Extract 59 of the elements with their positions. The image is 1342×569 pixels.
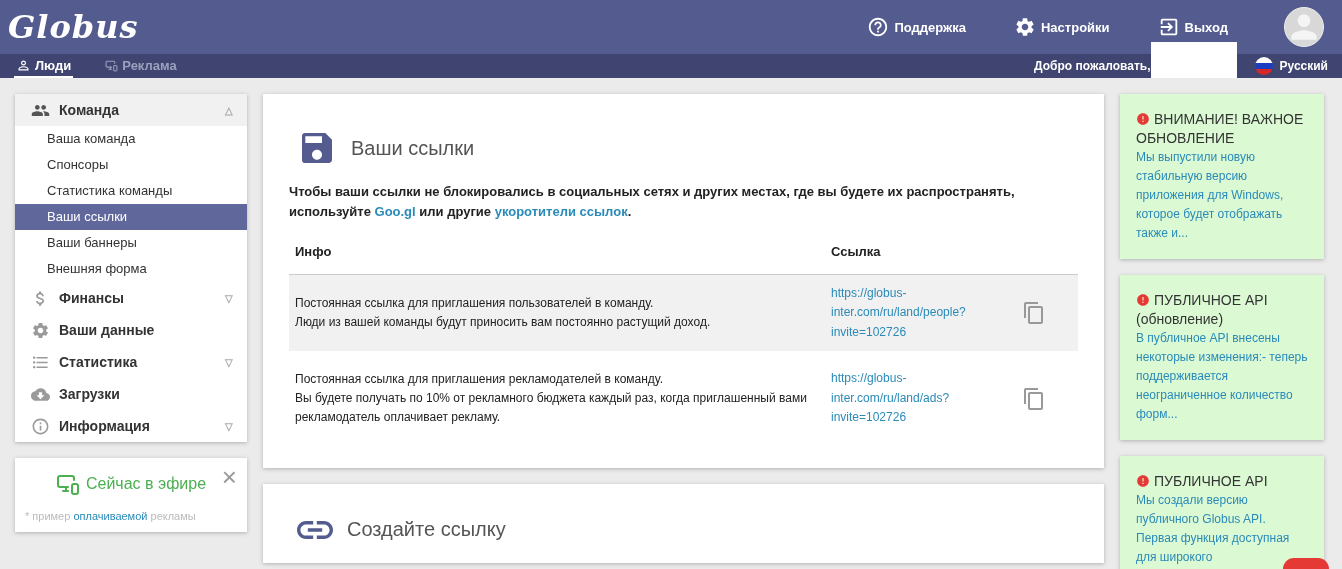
info-icon	[31, 416, 50, 436]
news-text[interactable]: Мы выпустили новую стабильную версию приложения для Windows, которое будет отображать также и...	[1136, 148, 1308, 243]
settings-icon	[1014, 16, 1036, 38]
menu-item[interactable]: Ваши баннеры	[15, 230, 247, 256]
table-cell-text: Постоянная ссылка для приглашения пользователей в команду. Люди из вашей команды будут приносить вам постоянно растущий доход.	[295, 295, 712, 331]
nav-link[interactable]: Поддержка	[867, 16, 966, 38]
menu-item[interactable]: Внешняя форма	[15, 256, 247, 282]
intro-text: Чтобы ваши ссылки не блокировались в социальных сетях и других местах, где вы будете их распространять, используйте Goo.gl или другие укоротители ссылок.	[289, 183, 1016, 221]
alert-icon	[1136, 293, 1150, 307]
flag-icon	[1254, 57, 1273, 75]
news-text[interactable]: Мы создали версию публичного Globus API. Первая функция доступная для широкого	[1136, 491, 1308, 567]
menu-item[interactable]: Ваша команда	[15, 126, 247, 152]
caret-icon: ▽	[225, 420, 233, 432]
language-selector[interactable]: Русский	[1254, 54, 1328, 78]
copy-icon[interactable]	[1022, 301, 1046, 325]
tab[interactable]: Реклама	[103, 54, 179, 78]
nav-link[interactable]: Выход	[1157, 16, 1228, 38]
link-icon	[297, 520, 333, 539]
text-link[interactable]: укоротители ссылок	[494, 204, 628, 219]
column-header: Инфо	[295, 243, 333, 261]
ad-note: * пример оплачиваемой рекламы	[25, 510, 197, 522]
column-header: Ссылка	[831, 243, 882, 261]
nav-link[interactable]: Настройки	[1014, 16, 1110, 38]
news-title: ПУБЛИЧНОЕ API	[1136, 472, 1308, 491]
alert-icon	[1136, 474, 1150, 488]
caret-icon: △	[225, 104, 233, 116]
logo: Globus	[8, 8, 139, 46]
monitor-icon	[55, 472, 80, 496]
alert-icon	[1136, 112, 1150, 126]
floating-button[interactable]	[1283, 558, 1329, 569]
menu-group[interactable]: Информация ▽	[15, 410, 247, 442]
news-text[interactable]: В публичное API внесены некоторые изменения:- теперь поддерживается неограниченное количество форм...	[1136, 329, 1308, 424]
menu-group[interactable]: Финансы ▽	[15, 282, 247, 314]
monitor-icon	[105, 58, 119, 72]
menu-group[interactable]: Ваши данные	[15, 314, 247, 346]
menu-group[interactable]: Команда △	[15, 94, 247, 126]
menu-item[interactable]: Ваши ссылки	[15, 204, 247, 230]
text-link[interactable]: Goo.gl	[374, 204, 416, 219]
news-title: ПУБЛИЧНОЕ API (обновление)	[1136, 291, 1269, 329]
avatar[interactable]	[1284, 7, 1324, 47]
caret-icon: ▽	[225, 356, 233, 368]
card-title: Ваши ссылки	[351, 136, 475, 160]
tab[interactable]: Люди	[14, 54, 74, 78]
welcome-text: Добро пожаловать,	[1034, 59, 1151, 73]
caret-icon: ▽	[225, 292, 233, 304]
menu-item[interactable]: Статистика команды	[15, 178, 247, 204]
card-title: Создайте ссылку	[347, 518, 506, 541]
ad-title: Сейчас в эфире	[85, 475, 207, 493]
copy-icon[interactable]	[1022, 386, 1046, 411]
help-icon	[867, 16, 890, 38]
menu-group[interactable]: Загрузки	[15, 378, 247, 410]
invite-link[interactable]: https://globus-inter.com/ru/land/ads?invite=102726	[831, 369, 981, 428]
ad-link[interactable]: оплачиваемой	[73, 510, 148, 522]
gear-icon	[31, 320, 50, 340]
news-title: ВНИМАНИЕ! ВАЖНОЕ ОБНОВЛЕНИЕ	[1136, 110, 1305, 148]
invite-link[interactable]: https://globus-inter.com/ru/land/people?invite=102726	[831, 283, 981, 343]
table-cell-text: Постоянная ссылка для приглашения рекламодателей в команду. Вы будете получать по 10% от рекламного бюджета каждый раз, когда приглашенный вами рекламодатель оплачивает рекламу.	[295, 371, 808, 426]
menu-group[interactable]: Статистика ▽	[15, 346, 247, 378]
menu-item[interactable]: Спонсоры	[15, 152, 247, 178]
